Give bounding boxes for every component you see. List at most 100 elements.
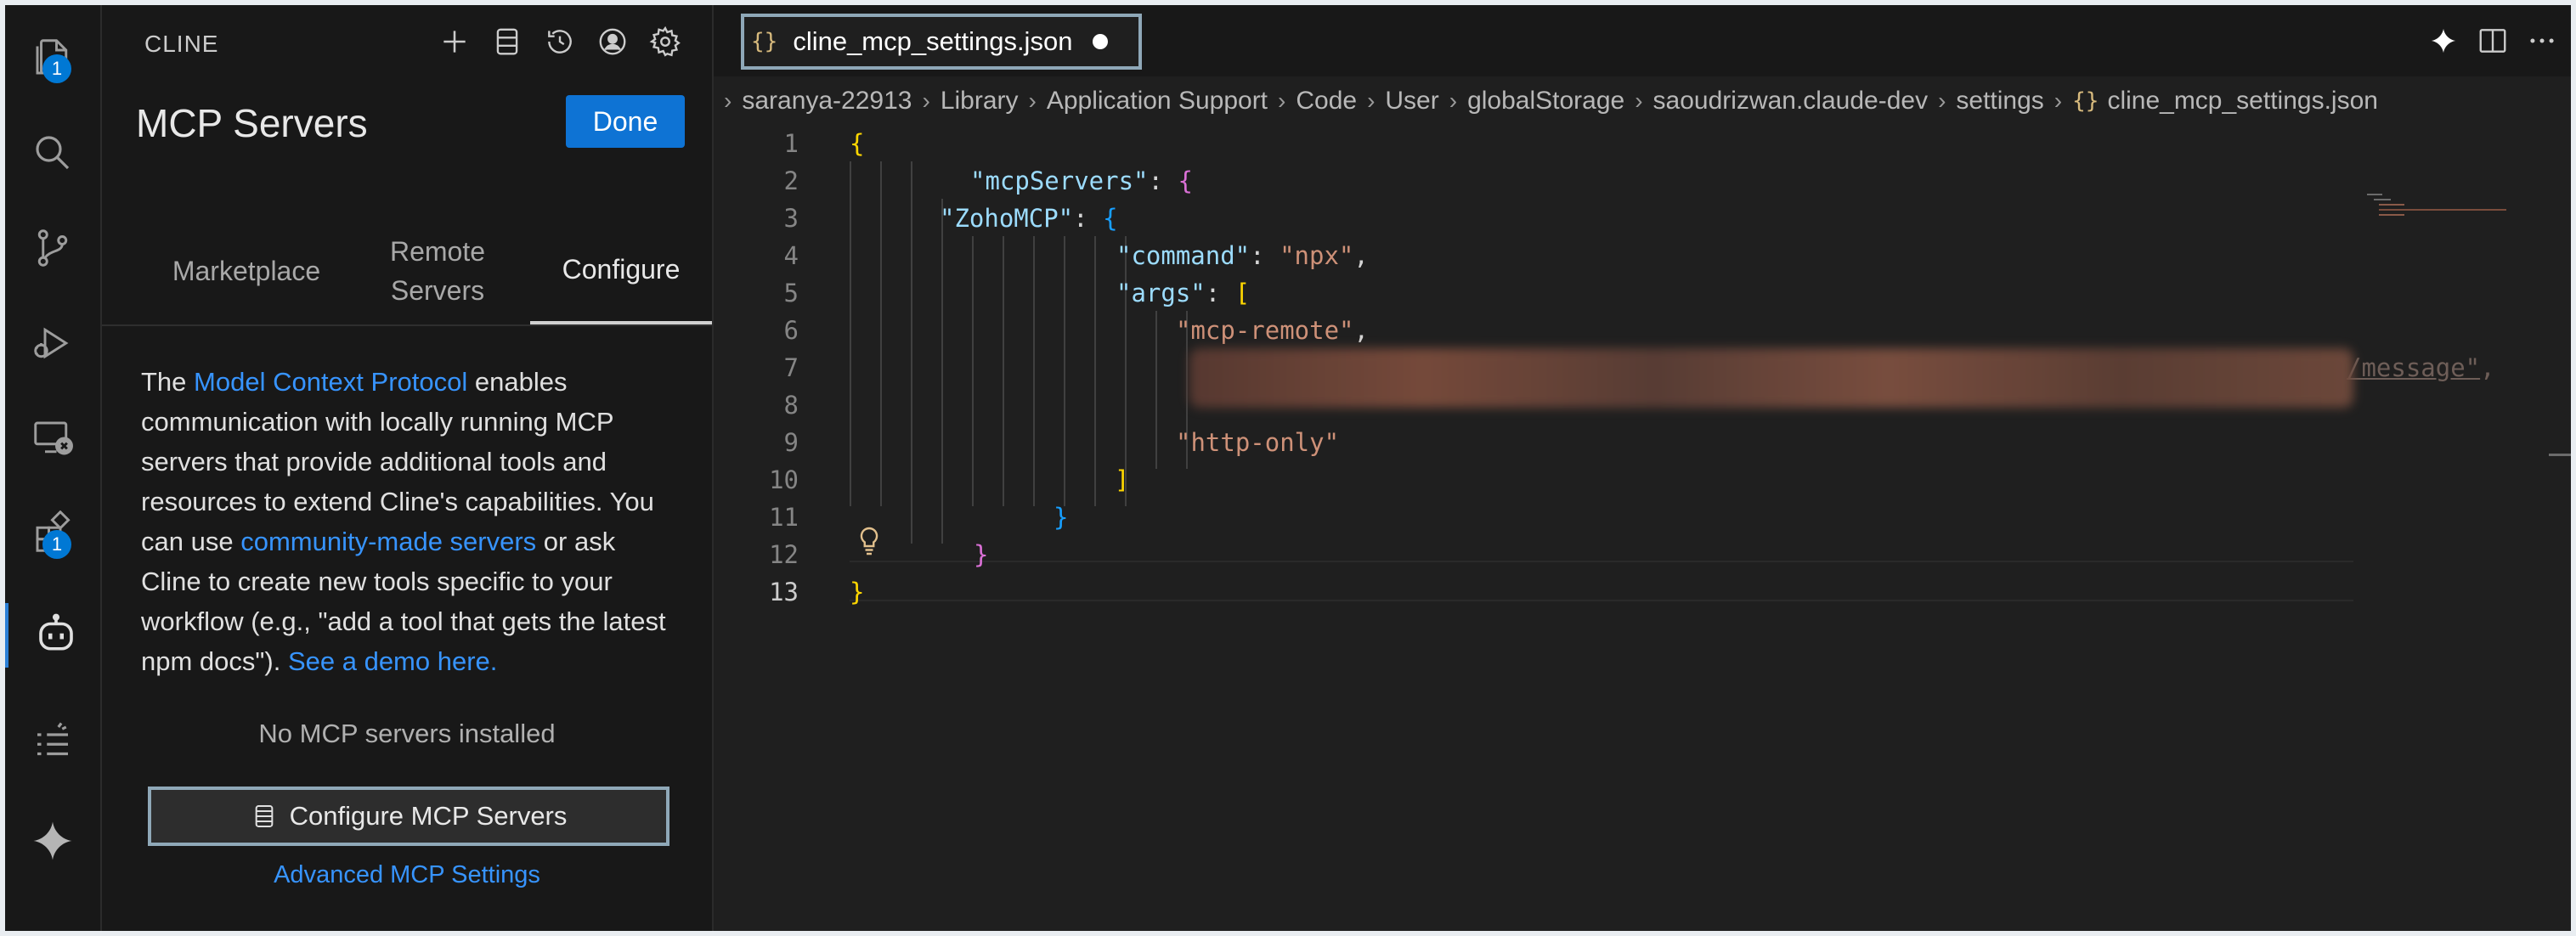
breadcrumb: › saranya-22913 › Library › Application … [714,76,2571,126]
code-line: "http-only" [1176,428,1339,457]
indent-guide [1033,236,1035,506]
editor-tab-label: cline_mcp_settings.json [793,26,1073,56]
indent-guide [850,161,851,506]
community-servers-link[interactable]: community-made servers [240,527,536,556]
remote-explorer-icon [34,421,73,455]
extensions-button[interactable]: 1 [20,501,85,566]
mcp-servers-heading: MCP Servers [136,101,368,145]
code-line: /message", [2347,353,2495,382]
chevron-right-icon: › [1938,87,1946,114]
source-control-icon [37,229,68,267]
code-line: "mcpServers": { [970,166,1193,195]
copilot-button[interactable] [2423,20,2464,61]
new-task-button[interactable] [435,22,474,61]
code-token: } [974,540,989,569]
done-button[interactable]: Done [566,95,685,148]
line-number: 3 [783,204,799,233]
tab-marketplace[interactable]: Marketplace [153,217,340,324]
history-button[interactable] [540,22,579,61]
advanced-mcp-settings-link[interactable]: Advanced MCP Settings [102,861,712,889]
code-line: } [974,540,988,569]
breadcrumb-item[interactable]: settings [1956,87,2043,116]
chevron-right-icon: › [1278,87,1286,114]
split-editor-icon [2479,29,2506,53]
breadcrumb-item[interactable]: Application Support [1047,87,1268,116]
line-number: 13 [769,578,799,606]
code-line: } [850,578,864,606]
account-button[interactable] [593,22,632,61]
indent-guide [1094,236,1096,506]
indent-guide [1064,236,1065,506]
code-token: "http-only" [1176,428,1340,457]
indent-guide [941,199,943,544]
task-list-button[interactable] [20,710,85,775]
tab-configure[interactable]: Configure [530,217,712,324]
search-button[interactable] [20,121,85,185]
mcp-description: The Model Context Protocol enables commu… [141,362,676,681]
extensions-badge: 1 [42,530,71,559]
json-file-icon: {} [2072,88,2099,114]
code-token: "command" [1116,241,1251,270]
configure-mcp-servers-label: Configure MCP Servers [289,801,568,831]
line-number: 11 [769,503,799,532]
gemini-button[interactable] [20,809,85,873]
more-actions-button[interactable] [2522,20,2562,61]
demo-link[interactable]: See a demo here. [288,646,497,676]
desc-text-1: The [141,367,195,397]
editor-area: {} cline_mcp_settings.json › saranya-229… [714,5,2571,931]
code-token: "ZohoMCP" [940,204,1074,233]
breadcrumb-item[interactable]: Code [1296,87,1357,116]
breadcrumb-file[interactable]: cline_mcp_settings.json [2107,87,2378,116]
tab-remote-servers[interactable]: Remote Servers [357,217,518,324]
line-number: 4 [783,241,799,270]
indent-guide [911,161,912,544]
lightbulb-icon[interactable] [856,526,882,556]
code-token: "mcpServers" [970,166,1149,195]
unsaved-dot-icon[interactable] [1093,34,1109,49]
line-number: 5 [783,279,799,307]
breadcrumb-item[interactable]: saranya-22913 [742,87,912,116]
editor-tab-cline-mcp-settings[interactable]: {} cline_mcp_settings.json [741,14,1142,70]
code-editor[interactable]: 1 2 3 4 5 6 7 8 9 10 11 12 13 { "mcpServ… [714,124,2571,931]
source-control-button[interactable] [20,216,85,280]
scrollbar-marker[interactable] [2549,454,2571,456]
cline-icon [39,613,73,651]
cline-button[interactable] [5,603,104,668]
breadcrumb-item[interactable]: saoudrizwan.claude-dev [1653,87,1929,116]
vscode-window: 1 1 CLINE MCP Servers Done Marketplace R… [5,5,2571,931]
gear-icon [649,25,681,57]
minimap[interactable] [2367,192,2537,226]
chevron-right-icon: › [1028,87,1037,114]
line-number: 10 [769,465,799,494]
search-icon [36,136,70,170]
code-token: ] [1115,465,1130,494]
breadcrumb-item[interactable]: globalStorage [1467,87,1624,116]
json-file-icon: {} [751,29,778,54]
remote-explorer-button[interactable] [20,406,85,471]
settings-button[interactable] [646,22,685,61]
code-token: "npx" [1280,241,1354,270]
mcp-servers-button[interactable] [488,22,527,61]
ellipsis-icon [2530,38,2554,43]
explorer-badge: 1 [42,54,71,83]
panel-header: CLINE [102,5,712,78]
configure-mcp-servers-button[interactable]: Configure MCP Servers [148,787,669,846]
line-number: 1 [783,129,799,158]
run-debug-button[interactable] [20,311,85,375]
empty-state-text: No MCP servers installed [258,719,556,748]
breadcrumb-item[interactable]: Library [941,87,1019,116]
breadcrumb-item[interactable]: User [1385,87,1438,116]
model-context-protocol-link[interactable]: Model Context Protocol [194,367,467,397]
run-debug-icon [34,327,69,359]
code-token: { [850,129,865,158]
current-line-highlight [850,561,2353,601]
sparkle-icon [33,821,72,860]
line-number: 12 [769,540,799,569]
cline-panel: CLINE MCP Servers Done Marketplace Remot… [102,5,714,931]
split-editor-button[interactable] [2472,20,2513,61]
code-token: /message" [2347,353,2481,382]
explorer-button[interactable]: 1 [20,25,85,90]
server-icon [255,805,273,827]
code-token: } [850,578,865,606]
code-token: "mcp-remote" [1176,316,1354,345]
